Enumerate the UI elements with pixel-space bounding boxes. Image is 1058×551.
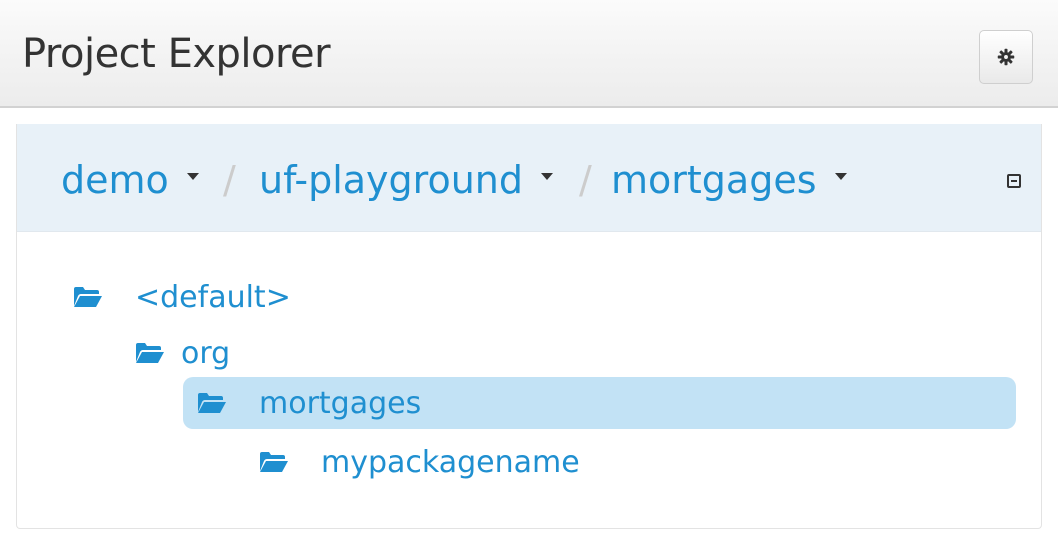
tree-item-mortgages[interactable]: mortgages — [183, 377, 1016, 429]
tree-item-label: mypackagename — [321, 444, 580, 480]
settings-button[interactable] — [979, 30, 1033, 84]
gear-icon — [997, 48, 1015, 66]
folder-open-icon — [198, 393, 226, 413]
breadcrumb-item-label: mortgages — [611, 158, 817, 202]
caret-down-icon — [186, 172, 199, 180]
breadcrumb: demo / uf-playground / mortgages — [17, 124, 1041, 232]
breadcrumb-separator: / — [223, 158, 236, 202]
folder-open-icon — [136, 343, 164, 363]
tree-item-mypackagename[interactable]: mypackagename — [259, 437, 580, 487]
tree-item-label: mortgages — [259, 385, 422, 421]
caret-down-icon — [834, 172, 847, 180]
tree-item-label: org — [181, 335, 231, 371]
tree-item-label: <default> — [135, 279, 291, 315]
breadcrumb-separator: / — [579, 158, 592, 202]
breadcrumb-item-project[interactable]: mortgages — [611, 156, 847, 204]
caret-down-icon — [541, 172, 553, 180]
breadcrumb-item-organization[interactable]: demo — [61, 156, 199, 204]
explorer-panel: demo / uf-playground / mortgages <defaul… — [16, 124, 1042, 529]
folder-open-icon — [260, 452, 288, 472]
collapse-icon[interactable] — [1007, 174, 1021, 188]
breadcrumb-item-label: demo — [61, 158, 169, 202]
breadcrumb-item-repository[interactable]: uf-playground — [259, 156, 553, 204]
breadcrumb-item-label: uf-playground — [259, 158, 523, 202]
panel-header: Project Explorer — [0, 0, 1058, 108]
folder-open-icon — [74, 287, 102, 307]
page-title: Project Explorer — [22, 31, 331, 77]
tree-item-default[interactable]: <default> — [73, 272, 291, 322]
tree-item-org[interactable]: org — [135, 328, 230, 378]
